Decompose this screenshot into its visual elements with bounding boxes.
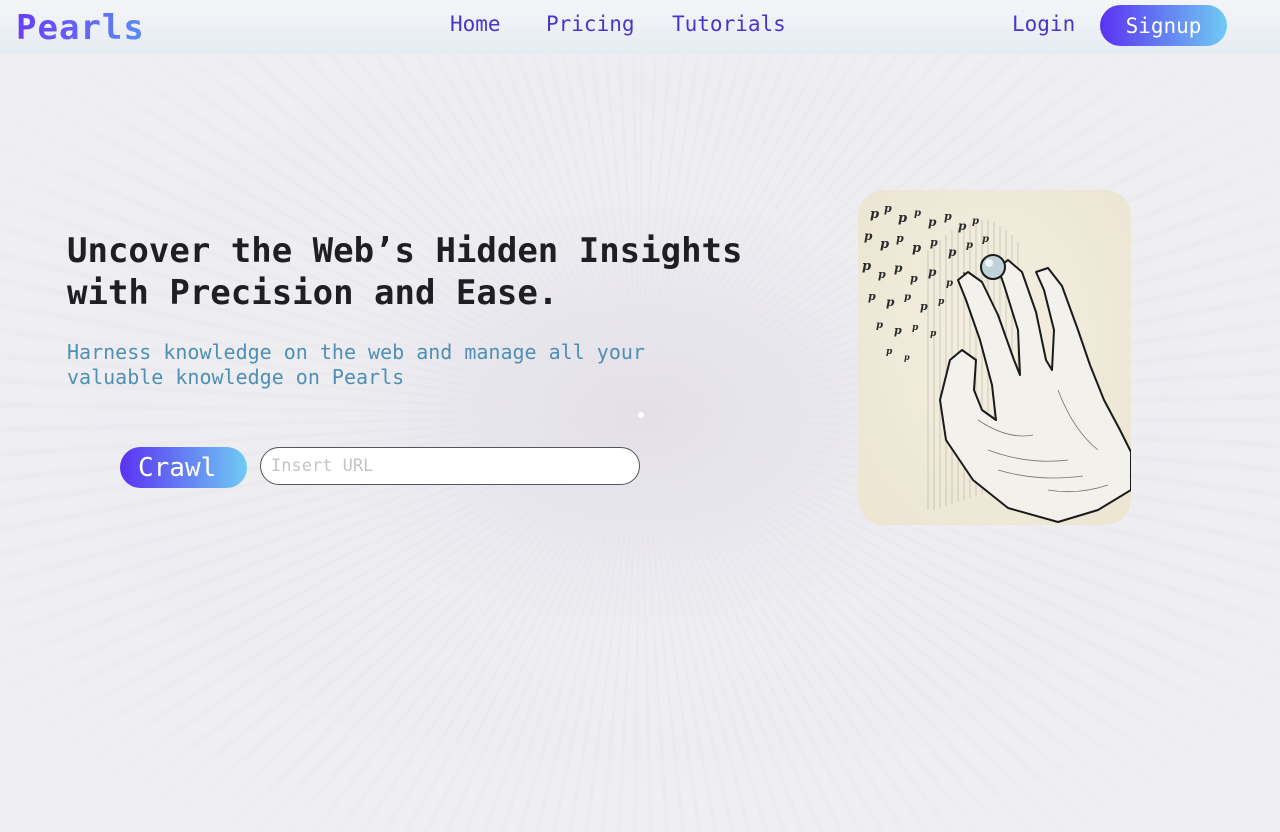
- svg-text:p: p: [894, 261, 903, 275]
- hero-subheadline: Harness knowledge on the web and manage …: [67, 340, 645, 389]
- logo[interactable]: Pearls: [16, 8, 145, 48]
- login-link[interactable]: Login: [1012, 12, 1075, 36]
- svg-text:p: p: [920, 300, 928, 313]
- svg-text:p: p: [904, 292, 911, 303]
- svg-text:p: p: [876, 320, 883, 331]
- svg-text:p: p: [884, 202, 892, 215]
- svg-text:p: p: [880, 237, 889, 252]
- signup-button[interactable]: Signup: [1100, 5, 1227, 46]
- page: Pearls Home Pricing Tutorials Login Sign…: [0, 0, 1280, 832]
- svg-text:p: p: [886, 295, 895, 309]
- svg-text:p: p: [914, 208, 921, 219]
- svg-text:p: p: [868, 290, 876, 303]
- nav-home-link[interactable]: Home: [450, 12, 501, 36]
- svg-text:p: p: [912, 241, 921, 256]
- svg-text:p: p: [946, 278, 953, 289]
- svg-text:p: p: [910, 272, 918, 285]
- hand-drawing: [939, 259, 1131, 523]
- svg-text:p: p: [982, 234, 989, 245]
- svg-text:p: p: [930, 236, 938, 249]
- svg-text:p: p: [948, 245, 957, 259]
- hero-headline: Uncover the Web’s Hidden Insights with P…: [67, 231, 743, 313]
- svg-text:p: p: [938, 297, 945, 307]
- svg-text:p: p: [912, 323, 919, 333]
- svg-text:p: p: [928, 265, 937, 279]
- svg-text:p: p: [972, 216, 979, 227]
- svg-text:p: p: [870, 207, 879, 222]
- svg-text:p: p: [898, 211, 907, 226]
- nav-pricing-link[interactable]: Pricing: [546, 12, 635, 36]
- svg-text:p: p: [928, 215, 937, 229]
- svg-text:p: p: [904, 352, 910, 362]
- svg-text:p: p: [930, 329, 937, 339]
- url-input[interactable]: [260, 447, 640, 485]
- svg-text:p: p: [862, 259, 871, 274]
- svg-text:p: p: [958, 219, 967, 233]
- hand-holding-pearl-icon: pp pp pp pp pp pp pp pp pp pp pp pp pp p…: [858, 190, 1131, 525]
- center-glow-dot: [638, 412, 644, 418]
- pearl-icon: [980, 254, 1006, 280]
- svg-text:p: p: [886, 347, 893, 357]
- crawl-button[interactable]: Crawl: [120, 447, 247, 488]
- svg-text:p: p: [878, 268, 886, 281]
- svg-text:p: p: [864, 229, 873, 243]
- svg-text:p: p: [944, 210, 952, 223]
- top-bar: Pearls Home Pricing Tutorials Login Sign…: [0, 0, 1280, 54]
- nav-tutorials-link[interactable]: Tutorials: [672, 12, 786, 36]
- svg-text:p: p: [966, 240, 973, 251]
- svg-text:p: p: [894, 324, 902, 337]
- svg-text:p: p: [896, 232, 904, 245]
